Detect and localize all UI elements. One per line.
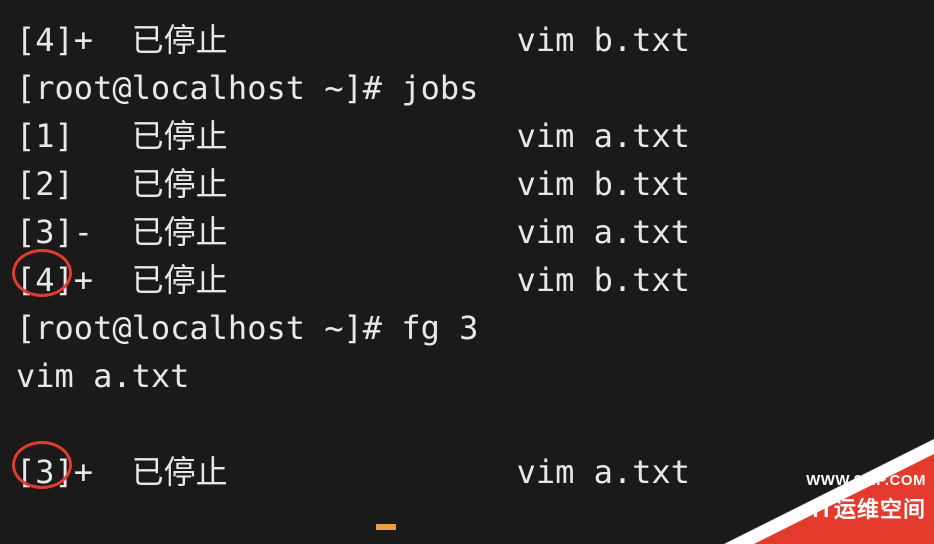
watermark-brand: IT运维空间 bbox=[812, 493, 926, 526]
terminal-line: [3]- 已停止 vim a.txt bbox=[16, 208, 918, 256]
terminal-output: [4]+ 已停止 vim b.txt[root@localhost ~]# jo… bbox=[0, 0, 934, 496]
terminal-line: vim a.txt bbox=[16, 352, 918, 400]
terminal-line: [root@localhost ~]# jobs bbox=[16, 64, 918, 112]
terminal-line: [2] 已停止 vim b.txt bbox=[16, 160, 918, 208]
terminal-line: [3]+ 已停止 vim a.txt bbox=[16, 448, 918, 496]
terminal-line: [4]+ 已停止 vim b.txt bbox=[16, 16, 918, 64]
terminal-line bbox=[16, 400, 918, 448]
terminal-cursor bbox=[376, 524, 396, 530]
terminal-line: [1] 已停止 vim a.txt bbox=[16, 112, 918, 160]
terminal-line: [root@localhost ~]# fg 3 bbox=[16, 304, 918, 352]
terminal-line: [4]+ 已停止 vim b.txt bbox=[16, 256, 918, 304]
